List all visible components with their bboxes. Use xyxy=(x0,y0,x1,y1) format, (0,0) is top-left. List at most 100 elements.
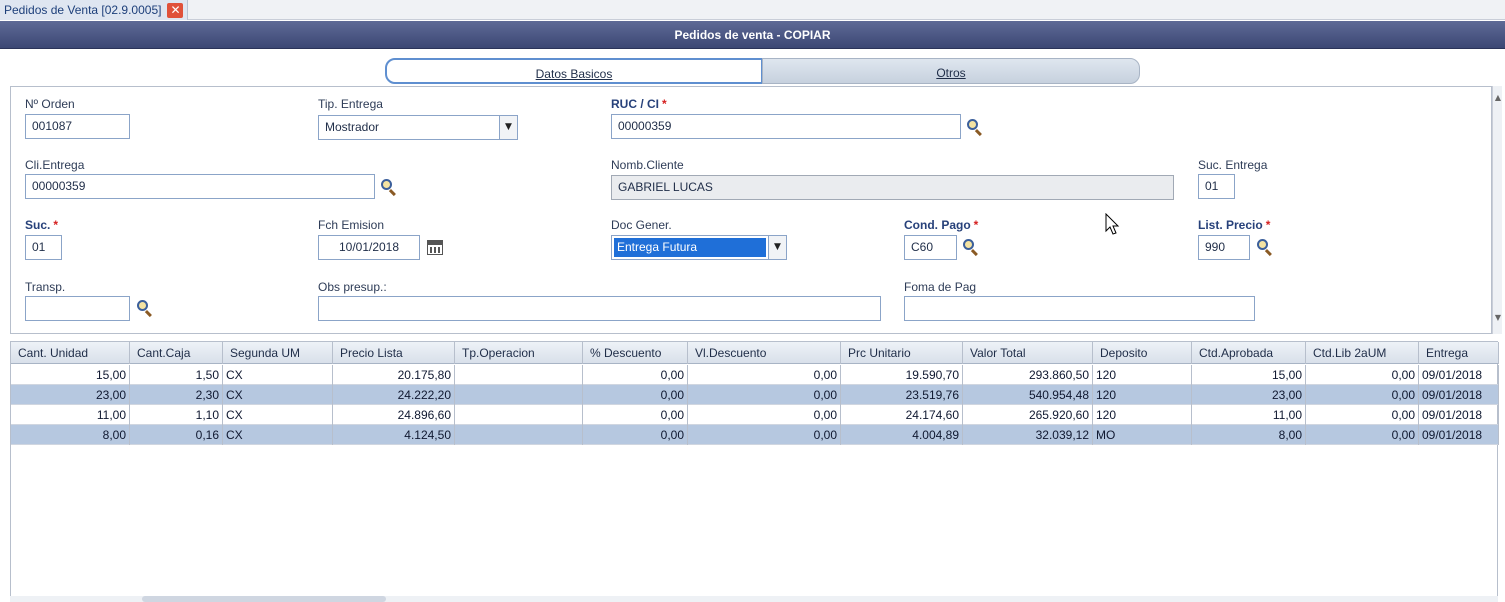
column-header[interactable]: Precio Lista xyxy=(333,342,455,364)
table-cell[interactable]: 32.039,12 xyxy=(963,425,1093,445)
n-orden-field[interactable]: 001087 xyxy=(25,114,130,139)
table-cell[interactable]: 0,00 xyxy=(688,365,841,385)
table-cell[interactable]: 09/01/2018 xyxy=(1419,425,1499,445)
tip-entrega-select[interactable]: Mostrador ▼ xyxy=(318,115,518,140)
cli-entrega-field[interactable]: 00000359 xyxy=(25,174,375,199)
calendar-icon[interactable] xyxy=(427,240,443,255)
table-cell[interactable]: 0,00 xyxy=(1306,365,1419,385)
ruc-field[interactable]: 00000359 xyxy=(611,114,961,139)
table-cell[interactable]: 15,00 xyxy=(11,365,130,385)
scroll-up-icon[interactable]: ▲ xyxy=(1494,94,1502,102)
table-cell[interactable]: 120 xyxy=(1093,385,1192,405)
table-cell[interactable]: 09/01/2018 xyxy=(1419,365,1499,385)
table-cell[interactable]: 293.860,50 xyxy=(963,365,1093,385)
suc-field[interactable]: 01 xyxy=(25,235,62,260)
table-cell[interactable]: 11,00 xyxy=(11,405,130,425)
table-cell[interactable]: 2,30 xyxy=(130,385,223,405)
column-header[interactable]: Vl.Descuento xyxy=(688,342,841,364)
search-icon[interactable] xyxy=(380,178,398,197)
grid-horizontal-scrollbar[interactable] xyxy=(10,596,1498,602)
table-cell[interactable]: 0,00 xyxy=(688,425,841,445)
table-cell[interactable]: 24.174,60 xyxy=(841,405,963,425)
table-cell[interactable]: 23,00 xyxy=(11,385,130,405)
table-cell[interactable]: 540.954,48 xyxy=(963,385,1093,405)
table-cell[interactable]: 15,00 xyxy=(1192,365,1306,385)
table-cell[interactable]: 0,00 xyxy=(1306,425,1419,445)
close-icon[interactable]: ✕ xyxy=(167,2,184,18)
column-header[interactable]: Prc Unitario xyxy=(841,342,963,364)
table-cell[interactable]: 19.590,70 xyxy=(841,365,963,385)
table-cell[interactable]: 0,00 xyxy=(688,405,841,425)
column-header[interactable]: Cant.Caja xyxy=(130,342,223,364)
table-cell[interactable]: CX xyxy=(223,365,333,385)
tab-datos-basicos[interactable]: Datos Basicos xyxy=(385,58,763,84)
table-cell[interactable]: 4.124,50 xyxy=(333,425,455,445)
table-cell[interactable]: CX xyxy=(223,385,333,405)
table-cell[interactable]: 1,10 xyxy=(130,405,223,425)
table-cell[interactable] xyxy=(455,365,583,385)
doc-gener-select[interactable]: Entrega Futura ▼ xyxy=(611,235,787,260)
table-cell[interactable]: 8,00 xyxy=(1192,425,1306,445)
fch-emision-field[interactable]: 10/01/2018 xyxy=(318,235,420,260)
document-tab[interactable]: Pedidos de Venta [02.9.0005] ✕ xyxy=(0,0,189,20)
column-header[interactable]: Segunda UM xyxy=(223,342,333,364)
scrollbar-thumb[interactable] xyxy=(142,596,386,602)
table-cell[interactable]: 4.004,89 xyxy=(841,425,963,445)
table-cell[interactable]: CX xyxy=(223,405,333,425)
table-row[interactable]: 23,00 2,30 CX 24.222,20 0,00 0,00 23.519,76 540… xyxy=(11,385,1499,405)
nomb-cliente-label: Nomb.Cliente xyxy=(611,158,684,172)
table-row[interactable]: 15,00 1,50 CX 20.175,80 0,00 0,00 19.590,70 293… xyxy=(11,365,1499,385)
table-cell[interactable]: 0,00 xyxy=(688,385,841,405)
obs-presup-field[interactable] xyxy=(318,296,881,321)
search-icon[interactable] xyxy=(966,118,984,137)
cond-pago-field[interactable]: C60 xyxy=(904,235,957,260)
search-icon[interactable] xyxy=(136,299,154,318)
table-cell[interactable]: 120 xyxy=(1093,405,1192,425)
table-cell[interactable]: 0,00 xyxy=(583,425,688,445)
column-header[interactable]: Cant. Unidad xyxy=(11,342,130,364)
table-cell[interactable]: 24.222,20 xyxy=(333,385,455,405)
tab-otros[interactable]: Otros xyxy=(762,58,1140,84)
table-row[interactable]: 8,00 0,16 CX 4.124,50 0,00 0,00 4.004,89 32.039… xyxy=(11,425,1499,445)
table-row[interactable]: 11,00 1,10 CX 24.896,60 0,00 0,00 24.174,60 265… xyxy=(11,405,1499,425)
table-cell[interactable]: 11,00 xyxy=(1192,405,1306,425)
table-cell[interactable]: 0,00 xyxy=(583,405,688,425)
table-cell[interactable]: MO xyxy=(1093,425,1192,445)
search-icon[interactable] xyxy=(962,238,980,257)
chevron-down-icon[interactable]: ▼ xyxy=(499,116,517,139)
table-cell[interactable]: 24.896,60 xyxy=(333,405,455,425)
table-cell[interactable]: 09/01/2018 xyxy=(1419,405,1499,425)
column-header[interactable]: Ctd.Lib 2aUM xyxy=(1306,342,1419,364)
form-scrollbar[interactable]: ▲ ▼ xyxy=(1492,86,1502,334)
chevron-down-icon[interactable]: ▼ xyxy=(768,236,786,259)
suc-entrega-field[interactable]: 01 xyxy=(1198,174,1235,199)
table-cell[interactable]: 0,00 xyxy=(583,365,688,385)
column-header[interactable]: Tp.Operacion xyxy=(455,342,583,364)
table-cell[interactable]: 1,50 xyxy=(130,365,223,385)
table-cell[interactable]: 23,00 xyxy=(1192,385,1306,405)
column-header[interactable]: Deposito xyxy=(1093,342,1192,364)
forma-pago-field[interactable] xyxy=(904,296,1255,321)
table-cell[interactable] xyxy=(455,425,583,445)
search-icon[interactable] xyxy=(1256,238,1274,257)
table-cell[interactable]: 09/01/2018 xyxy=(1419,385,1499,405)
column-header[interactable]: % Descuento xyxy=(583,342,688,364)
table-cell[interactable]: 120 xyxy=(1093,365,1192,385)
table-cell[interactable]: 0,00 xyxy=(583,385,688,405)
table-cell[interactable]: 8,00 xyxy=(11,425,130,445)
table-cell[interactable] xyxy=(455,385,583,405)
table-cell[interactable] xyxy=(455,405,583,425)
table-cell[interactable]: 0,16 xyxy=(130,425,223,445)
table-cell[interactable]: 265.920,60 xyxy=(963,405,1093,425)
column-header[interactable]: Valor Total xyxy=(963,342,1093,364)
table-cell[interactable]: 20.175,80 xyxy=(333,365,455,385)
table-cell[interactable]: 0,00 xyxy=(1306,405,1419,425)
scroll-down-icon[interactable]: ▼ xyxy=(1494,314,1502,322)
transp-field[interactable] xyxy=(25,296,130,321)
list-precio-field[interactable]: 990 xyxy=(1198,235,1250,260)
table-cell[interactable]: CX xyxy=(223,425,333,445)
column-header[interactable]: Entrega xyxy=(1419,342,1499,364)
table-cell[interactable]: 23.519,76 xyxy=(841,385,963,405)
column-header[interactable]: Ctd.Aprobada xyxy=(1192,342,1306,364)
table-cell[interactable]: 0,00 xyxy=(1306,385,1419,405)
